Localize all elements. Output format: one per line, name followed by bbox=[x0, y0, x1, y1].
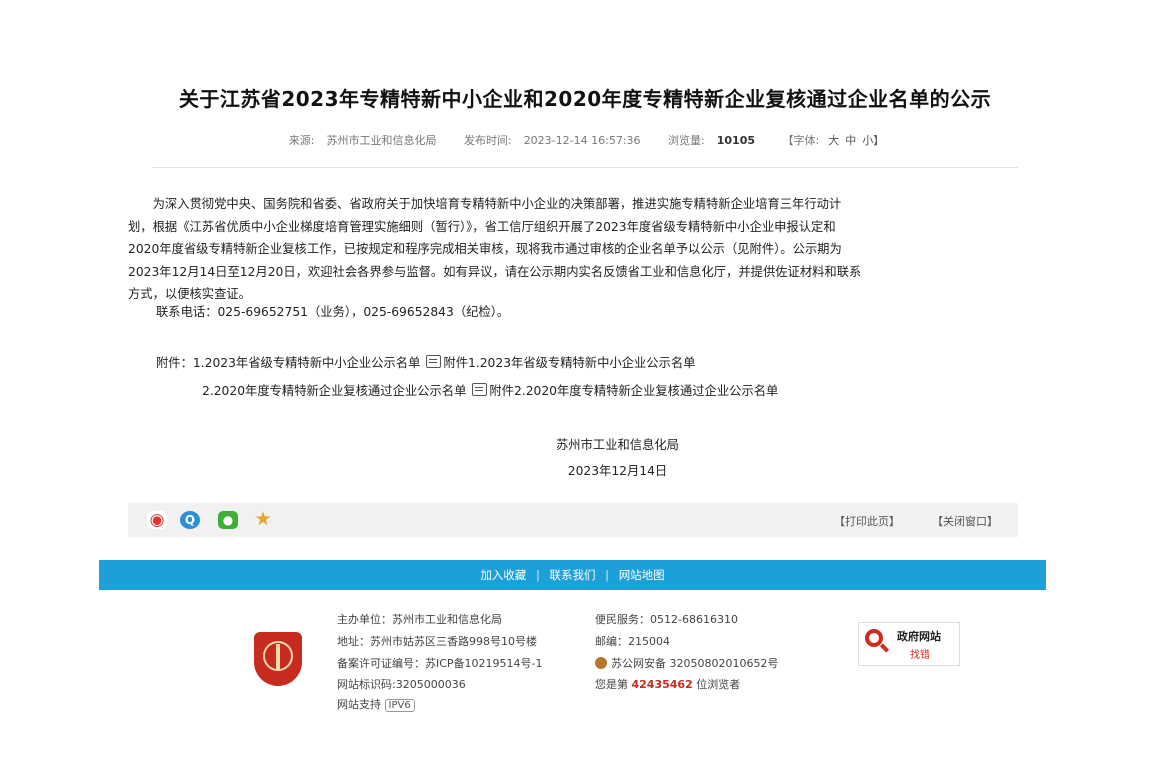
add-favorite-link[interactable]: 加入收藏 bbox=[474, 568, 532, 582]
attachment-link-2[interactable]: 附件2.2020年度专精特新企业复核通过企业公示名单 bbox=[489, 384, 778, 398]
police-record: 苏公网安备 32050802010652号 bbox=[611, 657, 779, 670]
views-value: 10105 bbox=[716, 134, 756, 147]
footer-visitors: 您是第 42435462 位浏览者 bbox=[595, 676, 740, 692]
attachment-file-icon bbox=[426, 355, 442, 368]
page-title: 关于江苏省2023年专精特新中小企业和2020年度专精特新企业复核通过企业名单的… bbox=[178, 87, 992, 111]
time-value: 2023-12-14 16:57:36 bbox=[523, 134, 641, 147]
nav-separator: | bbox=[535, 568, 540, 582]
attachment-link-1[interactable]: 附件1.2023年省级专精特新中小企业公示名单 bbox=[443, 356, 695, 370]
party-emblem-icon bbox=[254, 632, 302, 686]
badge-title: 政府网站 bbox=[897, 630, 941, 643]
page: 关于江苏省2023年专精特新中小企业和2020年度专精特新企业复核通过企业名单的… bbox=[0, 0, 1170, 780]
publish-time: 发布时间: 2023-12-14 16:57:36 bbox=[458, 134, 647, 147]
time-label: 发布时间: bbox=[463, 134, 512, 147]
source: 来源: 苏州市工业和信息化局 bbox=[283, 134, 443, 147]
body-line: 2023年12月14日至12月20日，欢迎社会各界参与监督。如有异议，请在公示期… bbox=[128, 264, 862, 279]
close-window-link[interactable]: 【关闭窗口】 bbox=[932, 513, 998, 529]
weibo-icon[interactable]: ◉ bbox=[147, 511, 167, 529]
contact-phone: 联系电话：025-69652751（业务），025-69652843（纪检）。 bbox=[156, 305, 510, 319]
font-small-link[interactable]: 小】 bbox=[862, 134, 884, 147]
attachment-label: 2.2020年度专精特新企业复核通过企业公示名单 bbox=[202, 384, 467, 398]
views-label: 浏览量: bbox=[668, 134, 705, 147]
wechat-icon[interactable]: ● bbox=[218, 511, 238, 529]
source-label: 来源: bbox=[288, 134, 315, 147]
visitor-count: 42435462 bbox=[631, 678, 693, 691]
article-body: 为深入贯彻党中央、国务院和省委、省政府关于加快培育专精特新中小企业的决策部署，推… bbox=[128, 193, 1028, 306]
ipv6-badge: IPV6 bbox=[384, 699, 415, 712]
magnifier-icon bbox=[865, 629, 883, 647]
attachment-file-icon bbox=[472, 383, 488, 396]
body-line: 划，根据《江苏省优质中小企业梯度培育管理实施细则（暂行）》，省工信厅组织开展了2… bbox=[128, 219, 836, 234]
footer-support: 网站支持 IPV6 bbox=[337, 696, 415, 712]
visitor-suffix: 位浏览者 bbox=[696, 678, 741, 691]
signature: 苏州市工业和信息化局 bbox=[556, 438, 679, 452]
police-badge-icon bbox=[595, 657, 607, 669]
share-bar: ◉ Q ● ★ 【打印此页】 【关闭窗口】 bbox=[128, 503, 1018, 537]
sitemap-link[interactable]: 网站地图 bbox=[613, 568, 671, 582]
divider bbox=[152, 167, 1018, 168]
footer-service: 便民服务：0512-68616310 bbox=[595, 613, 738, 626]
nav-separator: | bbox=[605, 568, 610, 582]
gov-site-error-report-badge[interactable]: 政府网站 找错 bbox=[858, 622, 960, 666]
attachment-prefix: 附件： bbox=[156, 356, 193, 370]
attachment-row-1: 附件：1.2023年省级专精特新中小企业公示名单 附件1.2023年省级专精特新中… bbox=[156, 353, 695, 371]
footer-police[interactable]: 苏公网安备 32050802010652号 bbox=[595, 655, 778, 671]
view-count: 浏览量: 10105 bbox=[662, 134, 761, 147]
article-meta: 来源: 苏州市工业和信息化局 发布时间: 2023-12-14 16:57:36 浏… bbox=[0, 132, 1170, 148]
visitor-prefix: 您是第 bbox=[595, 678, 628, 691]
font-size-control: 【字体: 大中小】 bbox=[777, 134, 888, 147]
attachment-label: 1.2023年省级专精特新中小企业公示名单 bbox=[192, 356, 421, 370]
footer-postcode: 邮编：215004 bbox=[595, 635, 670, 648]
footer-nav-bar: 加入收藏 | 联系我们 | 网站地图 bbox=[99, 560, 1046, 590]
footer-icp[interactable]: 备案许可证编号：苏ICP备10219514号-1 bbox=[337, 655, 543, 671]
footer-host: 主办单位：苏州市工业和信息化局 bbox=[337, 613, 502, 626]
font-medium-link[interactable]: 中 bbox=[845, 134, 856, 147]
print-page-link[interactable]: 【打印此页】 bbox=[834, 513, 900, 529]
font-label: 【字体: bbox=[782, 134, 820, 147]
qq-icon[interactable]: Q bbox=[180, 511, 200, 529]
source-value: 苏州市工业和信息化局 bbox=[326, 134, 437, 147]
footer-address: 地址：苏州市姑苏区三香路998号10号楼 bbox=[337, 635, 537, 648]
body-line: 为深入贯彻党中央、国务院和省委、省政府关于加快培育专精特新中小企业的决策部署，推… bbox=[152, 197, 842, 211]
sign-date: 2023年12月14日 bbox=[567, 464, 668, 478]
contact-us-link[interactable]: 联系我们 bbox=[544, 568, 602, 582]
font-large-link[interactable]: 大 bbox=[828, 134, 839, 147]
favorite-star-icon[interactable]: ★ bbox=[253, 510, 273, 529]
support-label: 网站支持 bbox=[337, 698, 381, 711]
attachment-row-2: 2.2020年度专精特新企业复核通过企业公示名单 附件2.2020年度专精特新企业… bbox=[202, 381, 778, 399]
body-line: 2020年度省级专精特新企业复核工作，已按规定和程序完成相关审核，现将我市通过审… bbox=[128, 242, 842, 256]
footer-site-id: 网站标识码:3205000036 bbox=[337, 678, 466, 691]
badge-subtitle: 找错 bbox=[910, 650, 930, 661]
